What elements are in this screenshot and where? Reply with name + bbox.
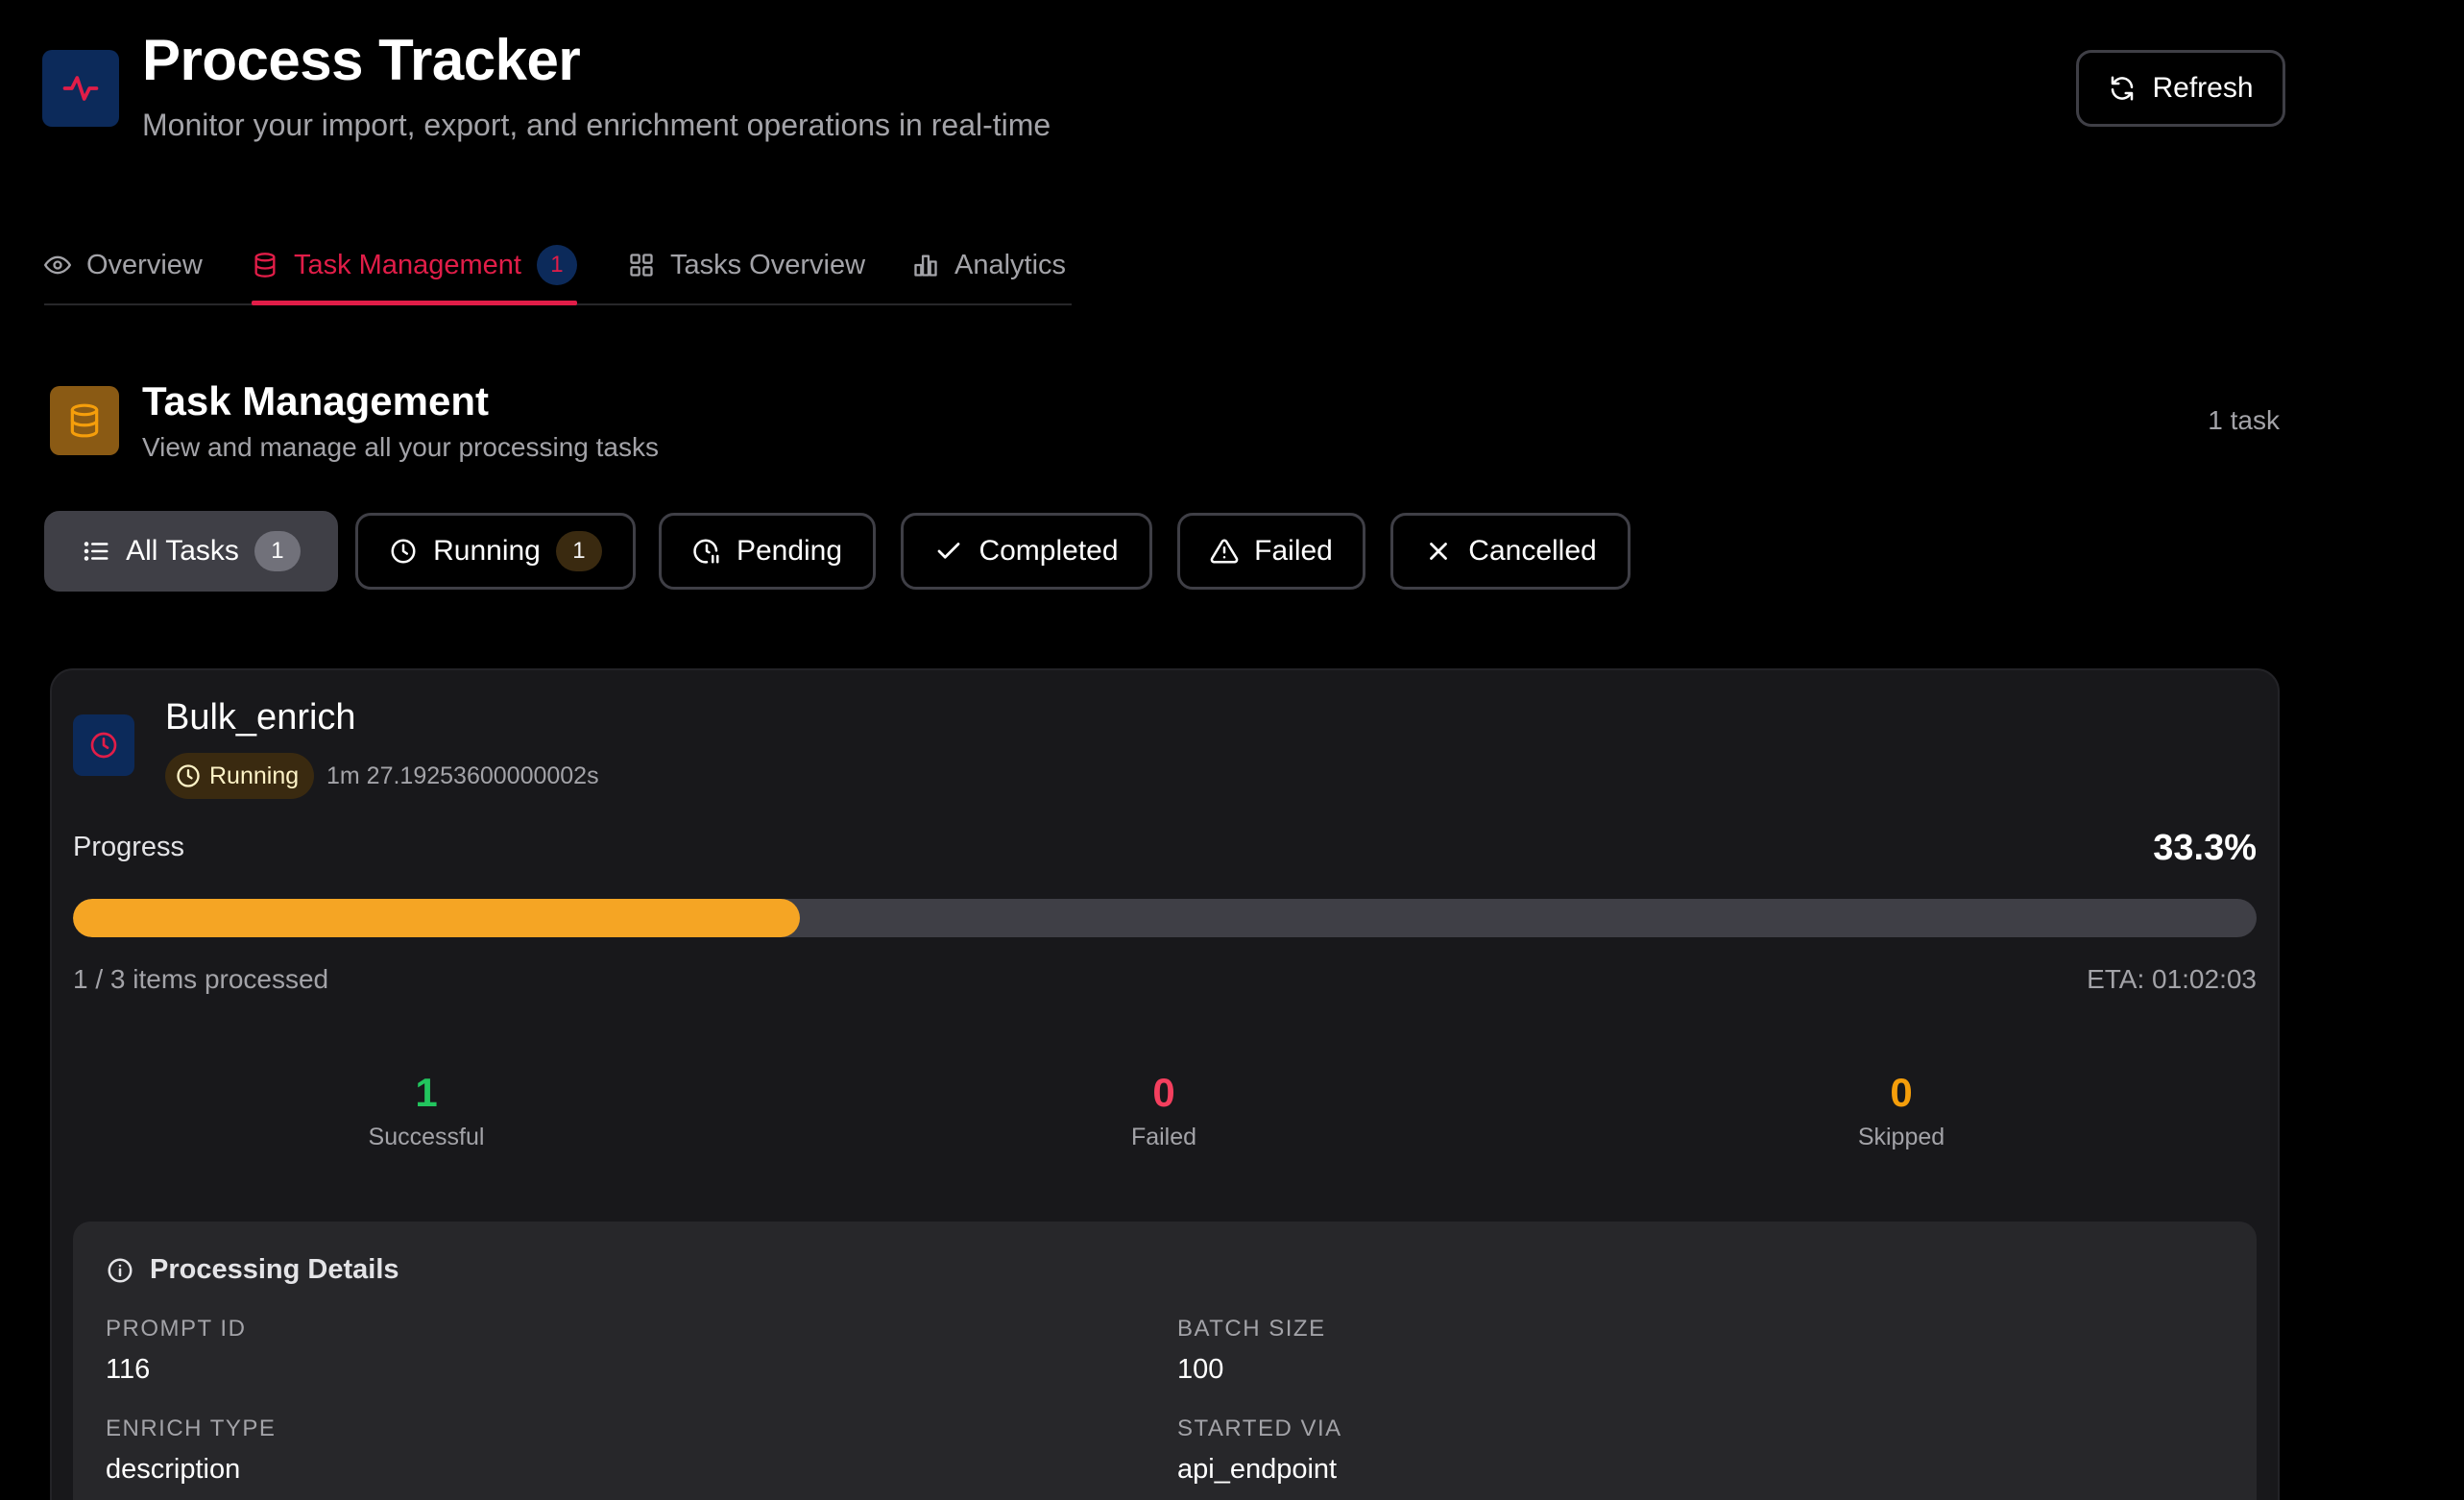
progress-label: Progress (73, 832, 185, 862)
stat-value: 1 (415, 1070, 438, 1115)
filter-label: Pending (736, 535, 843, 567)
database-icon (254, 253, 276, 278)
processing-details-panel (73, 1222, 2257, 1500)
detail-label-prompt-id: PROMPT ID (106, 1316, 247, 1342)
database-icon (70, 403, 99, 438)
page-title: Process Tracker (142, 28, 581, 92)
clock-icon (177, 764, 200, 787)
eye-icon (44, 255, 71, 275)
main-tabs: Overview Task Management 1 Tasks Overvie… (44, 227, 1072, 305)
filter-count-badge: 1 (555, 531, 602, 571)
detail-value-prompt-id: 116 (106, 1354, 151, 1385)
x-icon (1430, 543, 1448, 560)
detail-value-batch-size: 100 (1177, 1354, 1224, 1385)
filter-cancelled[interactable]: Cancelled (1390, 513, 1631, 590)
app-logo (42, 50, 119, 127)
filter-completed[interactable]: Completed (901, 513, 1152, 590)
stat-successful: 1 Successful (282, 1066, 570, 1151)
processing-details-title: Processing Details (106, 1254, 399, 1286)
filter-failed[interactable]: Failed (1177, 513, 1365, 590)
stat-label: Skipped (1857, 1124, 1945, 1150)
stat-value: 0 (1152, 1070, 1175, 1115)
refresh-icon (2112, 76, 2134, 101)
activity-icon (62, 76, 99, 101)
task-name: Bulk_enrich (165, 697, 356, 738)
stat-label: Failed (1130, 1124, 1197, 1150)
detail-value-started-via: api_endpoint (1177, 1454, 1338, 1485)
stat-label: Successful (368, 1124, 485, 1150)
tab-label: Analytics (954, 249, 1067, 280)
tab-label: Tasks Overview (670, 249, 866, 280)
detail-value-enrich-type: description (106, 1454, 241, 1485)
alert-triangle-icon (1210, 539, 1239, 564)
detail-label-enrich-type: ENRICH TYPE (106, 1415, 277, 1441)
check-icon (938, 543, 960, 559)
details-title-label: Processing Details (150, 1254, 399, 1285)
filter-label: Failed (1254, 535, 1333, 567)
clock-icon (90, 732, 117, 759)
section-title: Task Management (142, 378, 489, 423)
filter-all-tasks[interactable]: All Tasks 1 (44, 511, 338, 592)
filter-label: Running (433, 535, 541, 567)
tab-label: Task Management (294, 249, 521, 280)
detail-label-batch-size: BATCH SIZE (1177, 1316, 1326, 1342)
task-count: 1 task (2208, 405, 2280, 435)
list-icon (84, 542, 109, 561)
refresh-label: Refresh (2152, 72, 2254, 104)
stat-value: 0 (1890, 1070, 1913, 1115)
filter-count-badge: 1 (254, 531, 301, 571)
items-processed: 1 / 3 items processed (73, 964, 329, 994)
task-status-icon (73, 714, 134, 776)
filter-label: Completed (978, 535, 1119, 567)
filter-label: Cancelled (1468, 535, 1597, 567)
tab-label: Overview (86, 249, 203, 280)
grid-icon (630, 254, 653, 277)
detail-label-started-via: STARTED VIA (1177, 1415, 1342, 1441)
status-label: Running (209, 762, 300, 789)
eta-label: ETA: 01:02:03 (2087, 964, 2257, 994)
tab-task-management[interactable]: Task Management 1 (252, 227, 577, 305)
tab-count-badge: 1 (536, 245, 577, 285)
task-duration: 1m 27.19253600000002s (326, 762, 599, 789)
bar-chart-icon (914, 254, 937, 277)
tab-tasks-overview[interactable]: Tasks Overview (628, 227, 865, 303)
refresh-button[interactable]: Refresh (2076, 50, 2285, 127)
stat-failed: 0 Failed (1020, 1066, 1308, 1151)
clock-icon (391, 539, 416, 564)
tab-overview[interactable]: Overview (44, 227, 203, 303)
section-icon (50, 386, 119, 455)
filter-label: All Tasks (126, 535, 239, 567)
filter-running[interactable]: Running 1 (355, 513, 636, 590)
stat-skipped: 0 Skipped (1757, 1066, 2045, 1151)
page-subtitle: Monitor your import, export, and enrichm… (142, 108, 1051, 142)
status-badge: Running (165, 753, 315, 799)
filter-pending[interactable]: Pending (659, 513, 876, 590)
progress-percent: 33.3% (2153, 828, 2257, 868)
progress-bar-fill (73, 899, 801, 937)
info-icon (108, 1258, 133, 1282)
tab-analytics[interactable]: Analytics (912, 227, 1066, 303)
section-subtitle: View and manage all your processing task… (142, 432, 660, 462)
clock-pause-icon (693, 539, 719, 564)
progress-bar (73, 899, 2257, 937)
